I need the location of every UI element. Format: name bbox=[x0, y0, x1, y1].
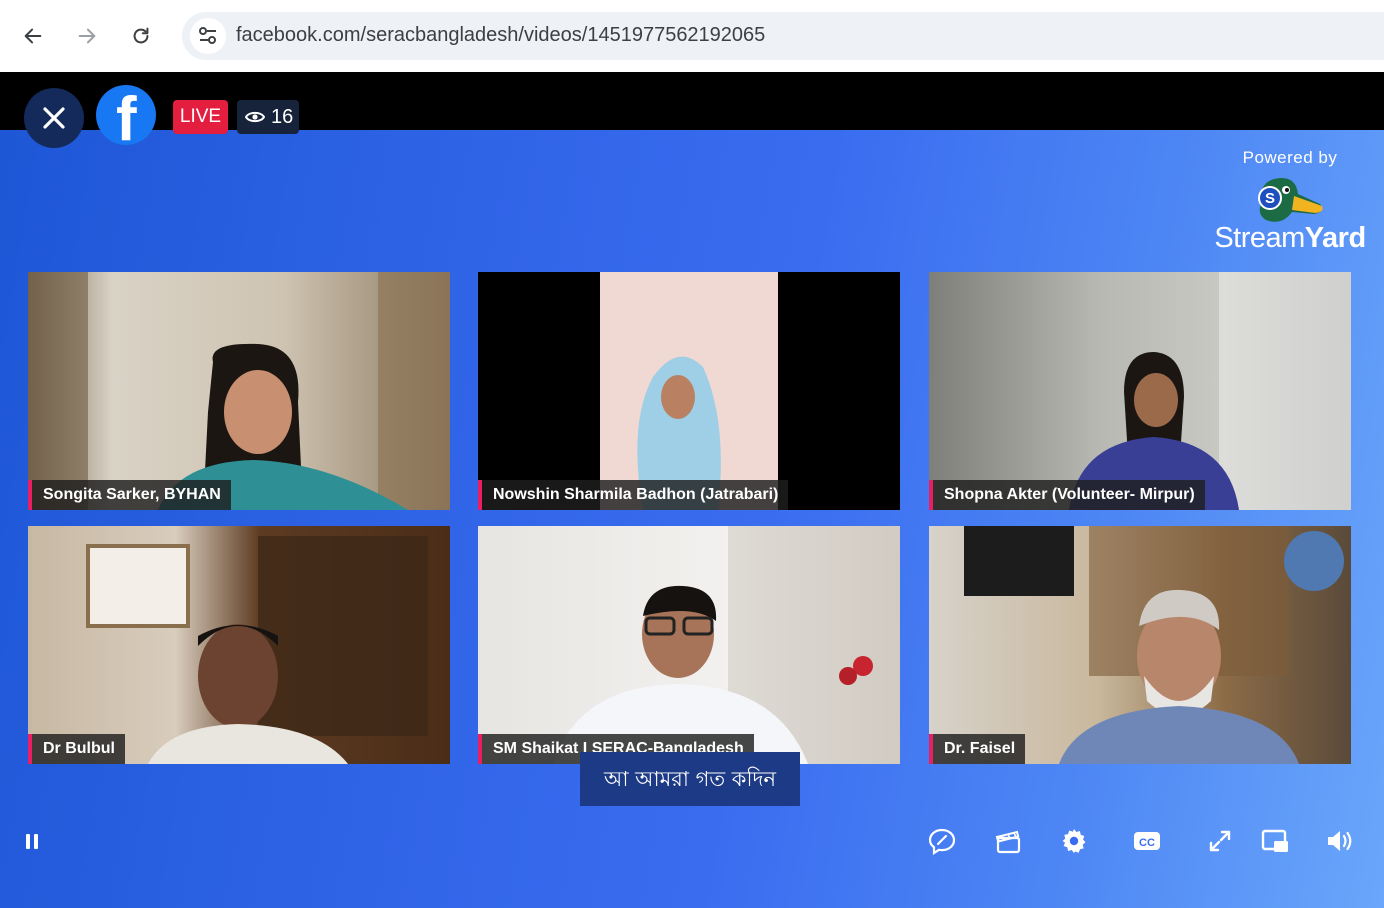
participant-name: Dr Bulbul bbox=[28, 734, 125, 764]
back-button[interactable] bbox=[15, 18, 51, 54]
site-info-button[interactable] bbox=[190, 18, 226, 54]
participant-video bbox=[553, 526, 900, 764]
volume-icon bbox=[1328, 831, 1352, 851]
participant-name: Dr. Faisel bbox=[929, 734, 1026, 764]
picture-in-picture-icon bbox=[1261, 829, 1288, 852]
close-button[interactable] bbox=[24, 88, 84, 148]
live-badge: LIVE bbox=[173, 100, 228, 134]
participant-video bbox=[964, 526, 1344, 764]
live-video-player[interactable]: f LIVE 16 Powered by S StreamYard Songit… bbox=[0, 72, 1384, 908]
participant-video bbox=[28, 272, 450, 510]
clips-button[interactable] bbox=[991, 824, 1025, 858]
tune-icon bbox=[199, 27, 216, 44]
comment-icon bbox=[928, 828, 956, 856]
forward-arrow-icon bbox=[78, 28, 96, 44]
participant-video bbox=[86, 536, 428, 764]
svg-text:S: S bbox=[1265, 190, 1275, 207]
participant-name: Shopna Akter (Volunteer- Mirpur) bbox=[929, 480, 1205, 510]
url-text[interactable]: facebook.com/seracbangladesh/videos/1451… bbox=[236, 24, 765, 47]
viewer-count-value: 16 bbox=[271, 106, 294, 128]
pause-icon bbox=[26, 834, 38, 849]
viewer-count: 16 bbox=[237, 100, 299, 134]
forward-button[interactable] bbox=[69, 18, 105, 54]
captions-button[interactable]: CC bbox=[1130, 824, 1164, 858]
svg-text:CC: CC bbox=[1139, 837, 1155, 849]
settings-button[interactable] bbox=[1057, 824, 1091, 858]
participant-tile[interactable]: SM Shaikat I SERAC-Bangladesh bbox=[478, 526, 900, 764]
powered-by-label: Powered by bbox=[1242, 148, 1338, 167]
reload-button[interactable] bbox=[123, 18, 159, 54]
live-caption: আ আমরা গত কদিন bbox=[580, 752, 800, 806]
reload-icon bbox=[133, 27, 149, 44]
fullscreen-button[interactable] bbox=[1203, 824, 1237, 858]
clips-icon bbox=[995, 830, 1021, 854]
closed-captions-icon: CC bbox=[1134, 832, 1160, 850]
participant-tile[interactable]: Dr. Faisel bbox=[929, 526, 1351, 764]
participant-video bbox=[600, 272, 778, 510]
close-icon bbox=[43, 107, 65, 129]
streamyard-duck-logo-icon: S bbox=[1258, 177, 1323, 222]
volume-button[interactable] bbox=[1323, 824, 1357, 858]
participant-name: Nowshin Sharmila Badhon (Jatrabari) bbox=[478, 480, 789, 510]
address-bar[interactable]: facebook.com/seracbangladesh/videos/1451… bbox=[182, 12, 1384, 60]
fullscreen-icon bbox=[1209, 830, 1231, 852]
picture-in-picture-button[interactable] bbox=[1258, 824, 1292, 858]
participant-tile[interactable]: Songita Sarker, BYHAN bbox=[28, 272, 450, 510]
comments-button[interactable] bbox=[925, 824, 959, 858]
settings-icon bbox=[1062, 829, 1086, 853]
browser-toolbar: facebook.com/seracbangladesh/videos/1451… bbox=[0, 0, 1384, 73]
participant-name: Songita Sarker, BYHAN bbox=[28, 480, 231, 510]
pause-button[interactable] bbox=[15, 824, 49, 858]
back-arrow-icon bbox=[24, 28, 42, 44]
participant-tile[interactable]: Dr Bulbul bbox=[28, 526, 450, 764]
streamyard-watermark: Powered by S StreamYard bbox=[1210, 148, 1370, 255]
participant-tile[interactable]: Shopna Akter (Volunteer- Mirpur) bbox=[929, 272, 1351, 510]
eye-icon bbox=[245, 111, 265, 123]
participant-video bbox=[1069, 272, 1351, 510]
facebook-logo-icon[interactable]: f bbox=[96, 85, 156, 145]
participant-tile[interactable]: Nowshin Sharmila Badhon (Jatrabari) bbox=[478, 272, 900, 510]
